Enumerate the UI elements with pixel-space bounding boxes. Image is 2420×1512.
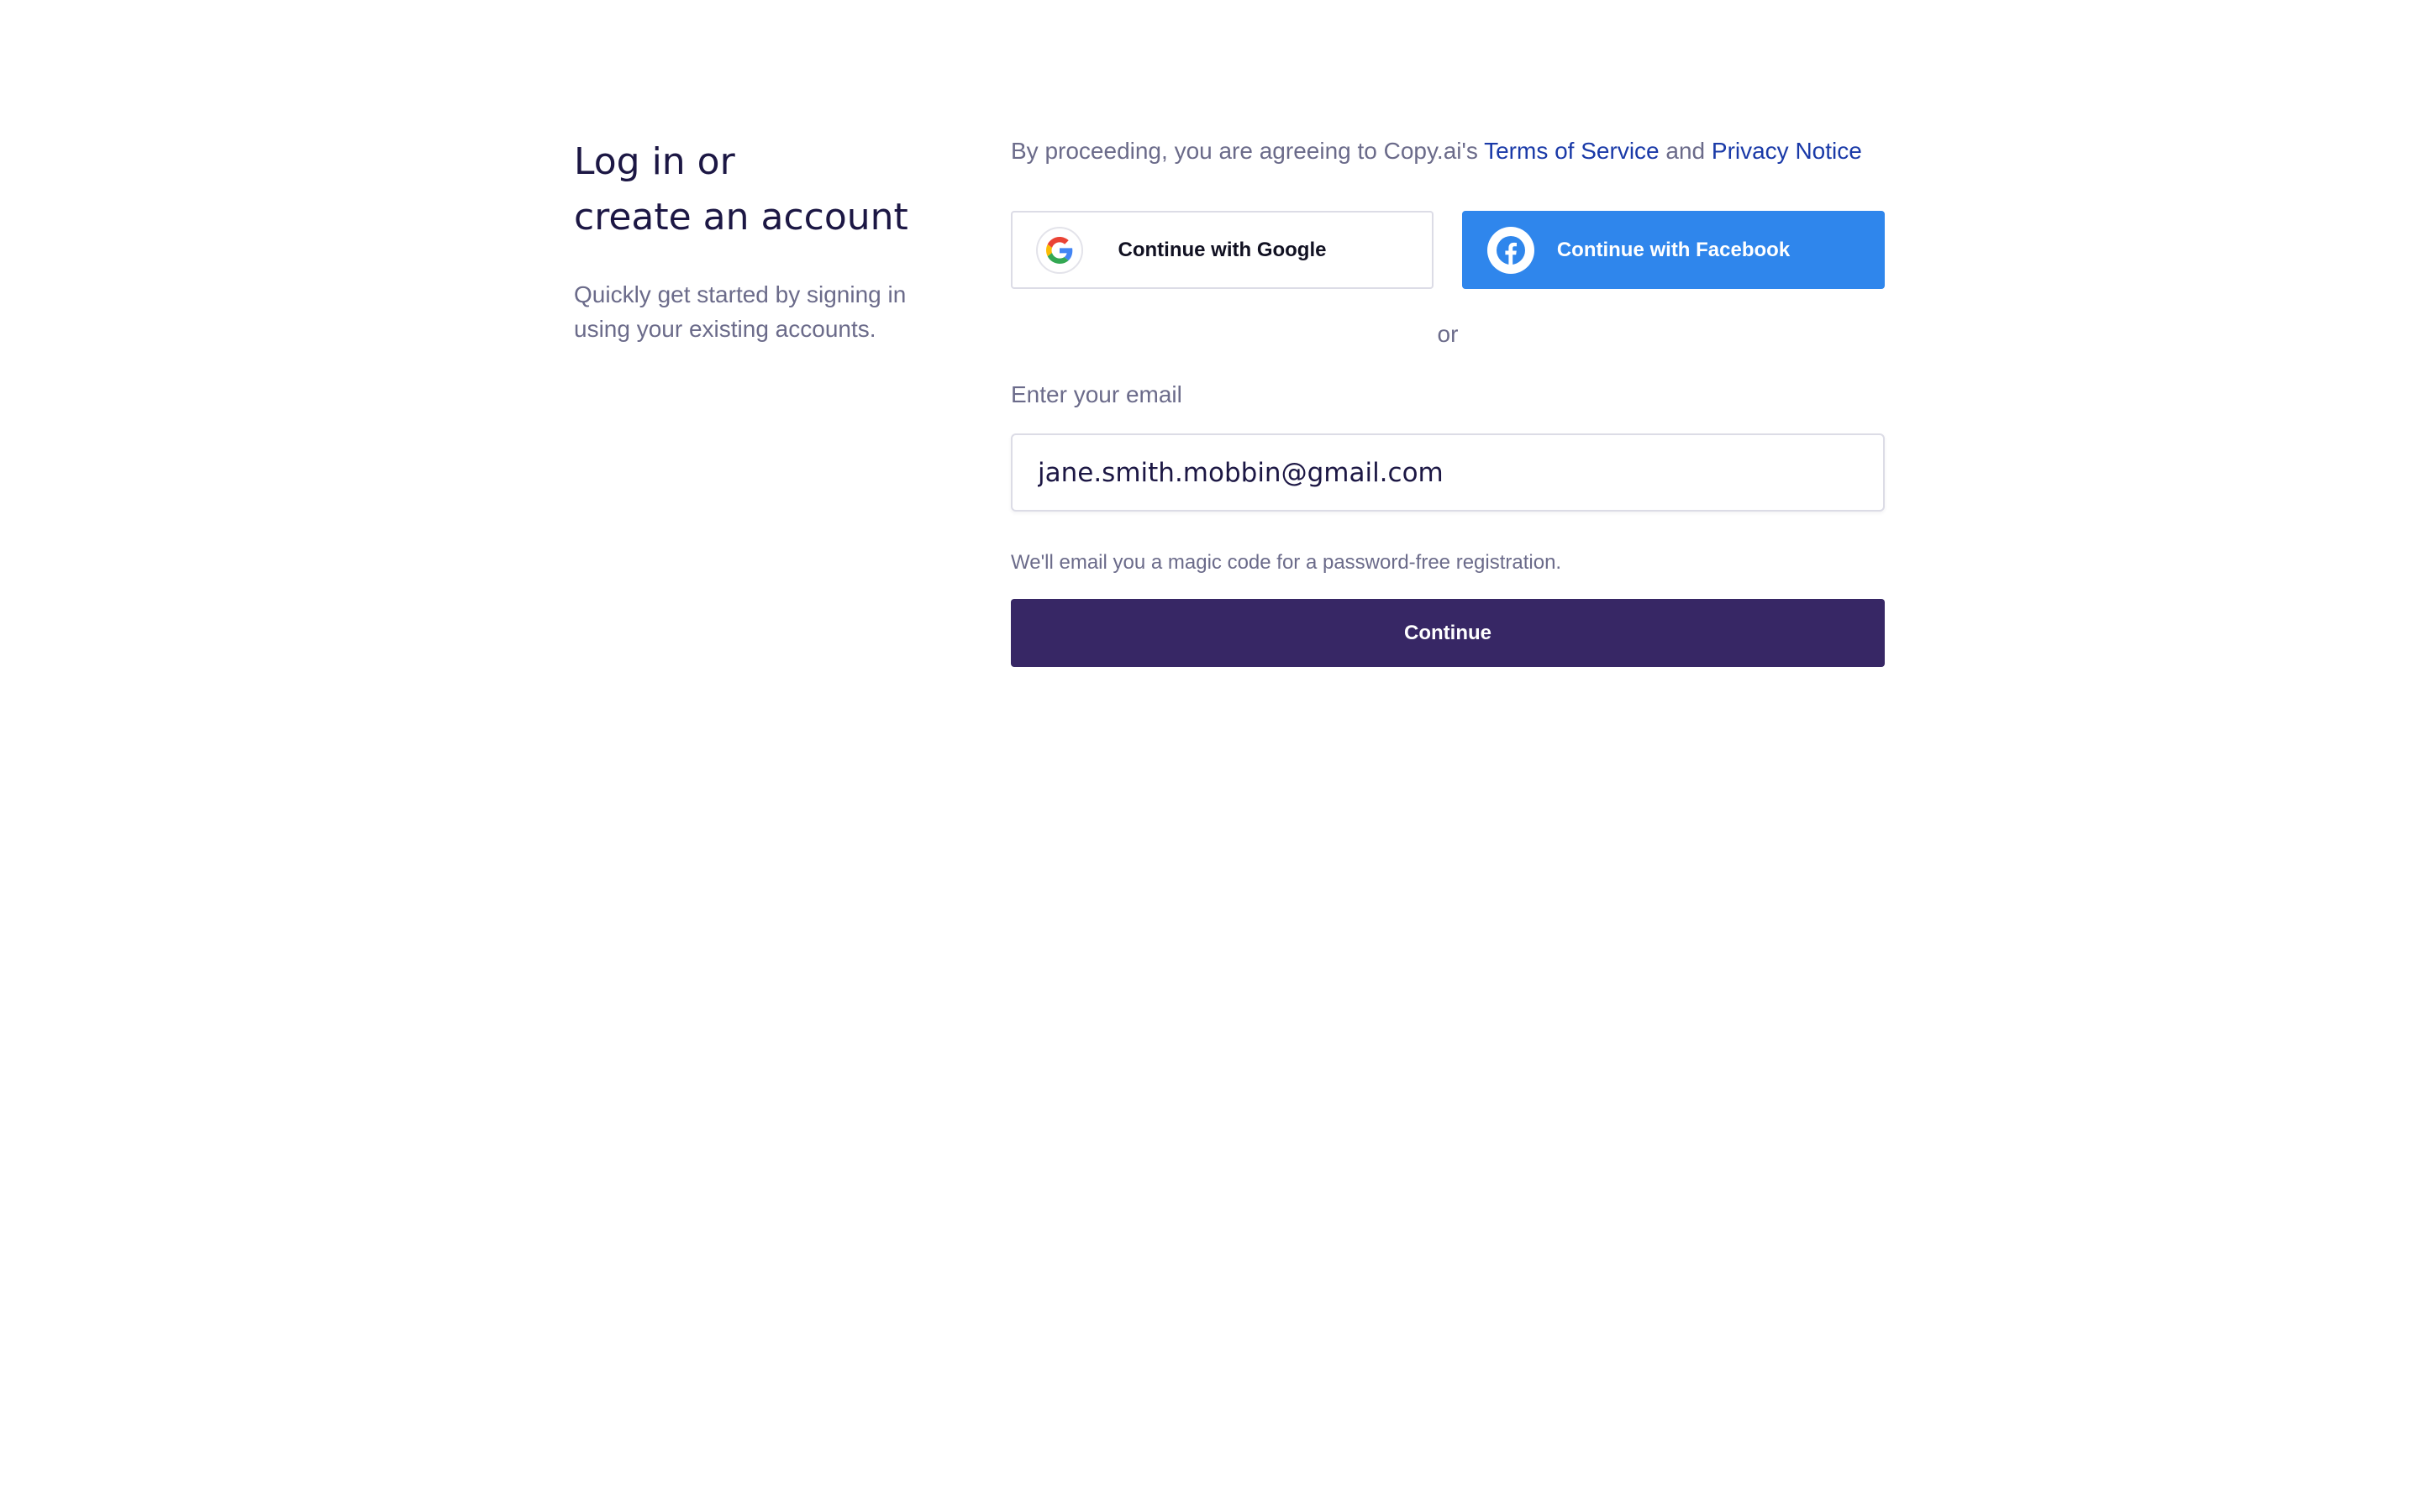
page-subtitle: Quickly get started by signing in using …	[574, 281, 907, 342]
email-field-label: Enter your email	[1011, 381, 1182, 407]
page-title-line-2: create an account	[574, 196, 908, 239]
page-title: Log in or create an account	[574, 134, 960, 245]
legal-conjunction: and	[1659, 138, 1712, 164]
google-g-icon	[1036, 226, 1083, 274]
legal-prefix: By proceeding, you are agreeing to Copy.…	[1011, 138, 1485, 164]
email-field[interactable]	[1011, 433, 1885, 512]
login-page: Log in or create an account Quickly get …	[0, 0, 2420, 1512]
magic-code-hint: We'll email you a magic code for a passw…	[1011, 551, 1562, 574]
page-title-line-1: Log in or	[574, 140, 735, 183]
continue-with-google-button[interactable]: Continue with Google	[1011, 211, 1434, 289]
intro-section: Log in or create an account Quickly get …	[574, 134, 960, 346]
legal-notice: By proceeding, you are agreeing to Copy.…	[1011, 134, 1885, 168]
continue-with-facebook-button[interactable]: Continue with Facebook	[1462, 211, 1885, 289]
google-button-label: Continue with Google	[1118, 238, 1327, 261]
or-divider: or	[1437, 321, 1459, 347]
terms-of-service-link[interactable]: Terms of Service	[1484, 138, 1660, 164]
facebook-f-icon	[1487, 226, 1534, 274]
login-form: By proceeding, you are agreeing to Copy.…	[1011, 134, 1885, 667]
privacy-notice-link[interactable]: Privacy Notice	[1712, 138, 1862, 164]
facebook-button-label: Continue with Facebook	[1556, 238, 1791, 261]
social-login-row: Continue with Google Continue with Faceb…	[1011, 211, 1885, 289]
continue-button[interactable]: Continue	[1011, 599, 1885, 667]
